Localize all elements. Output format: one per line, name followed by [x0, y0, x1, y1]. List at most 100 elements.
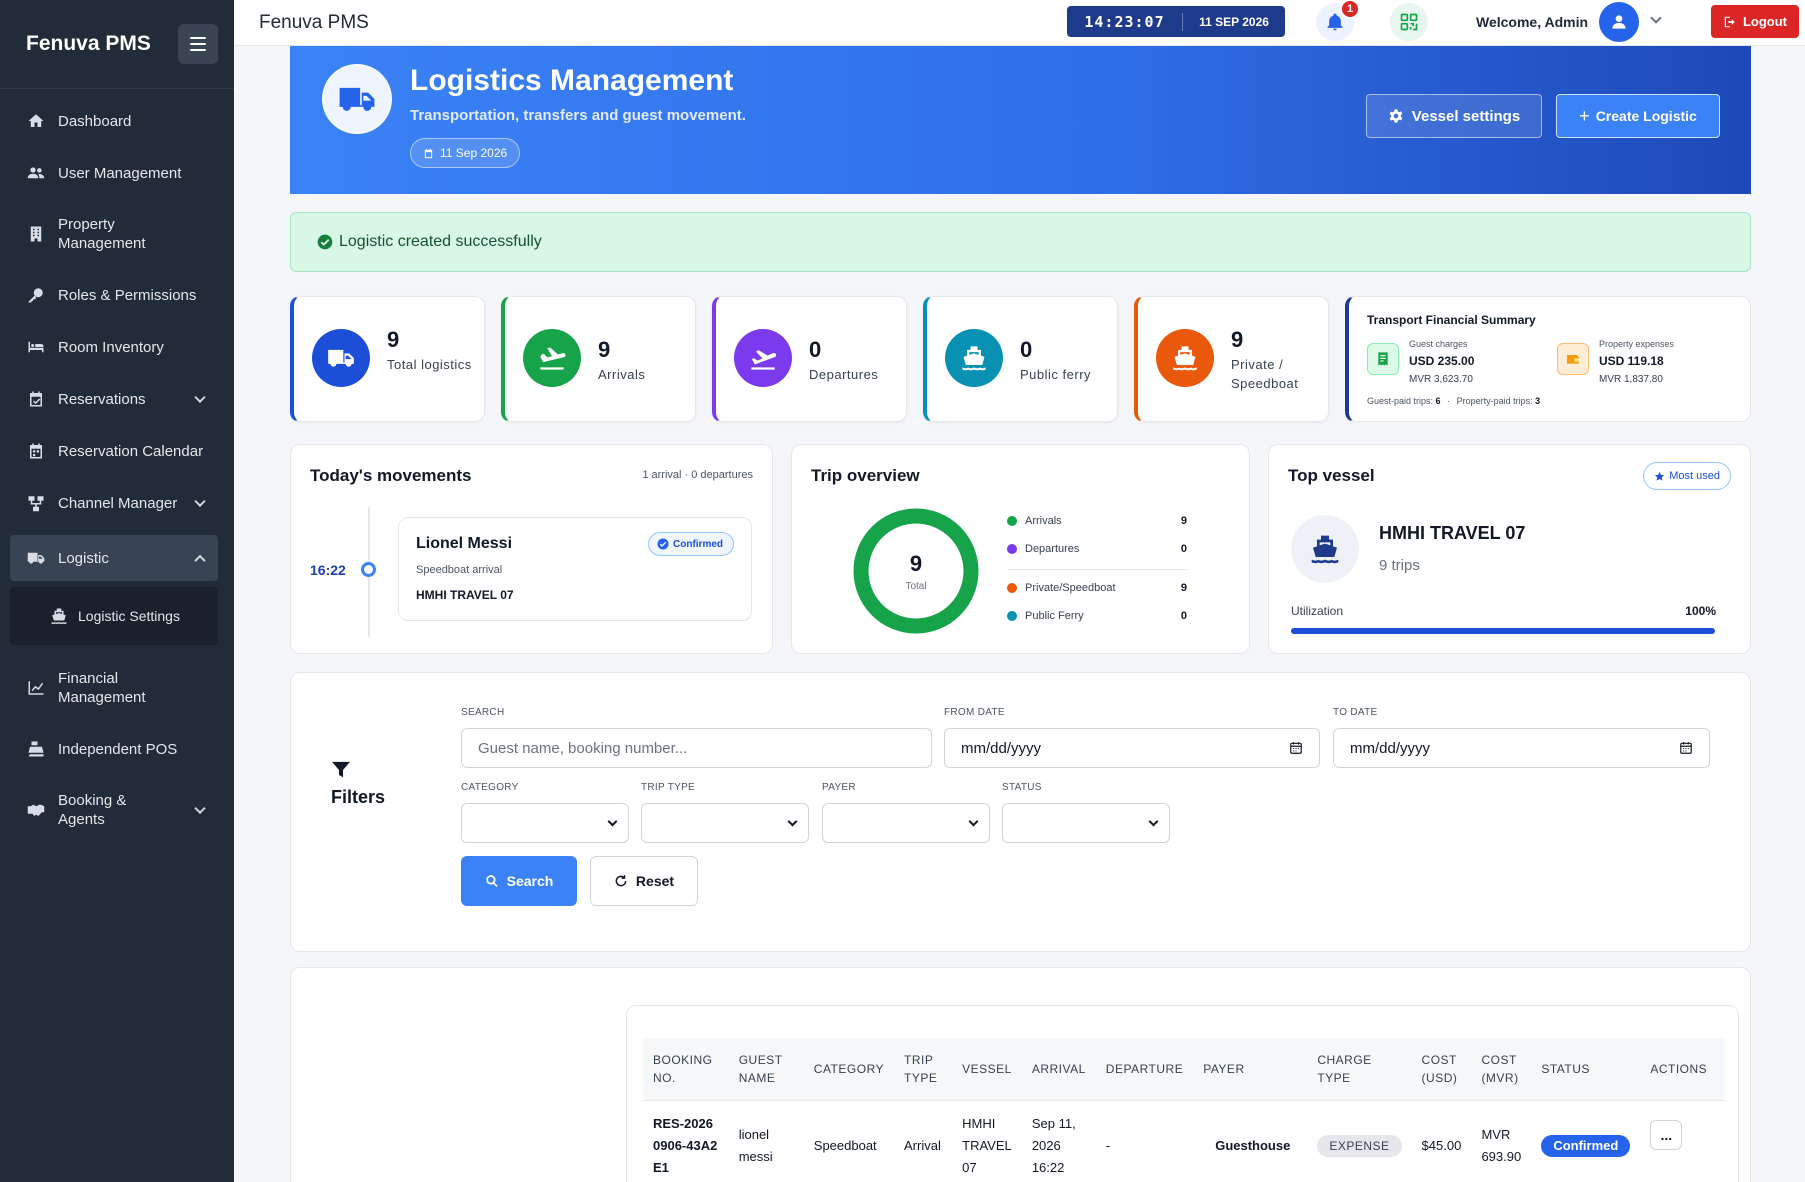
legend-label: Public Ferry: [1025, 610, 1084, 622]
create-logistic-label: Create Logistic: [1595, 108, 1697, 124]
column-header[interactable]: ARRIVAL: [1022, 1038, 1096, 1100]
logout-button[interactable]: Logout: [1711, 5, 1799, 38]
clock-display: 14:23:07 11 SEP 2026: [1067, 6, 1285, 37]
ferry-icon: [945, 329, 1003, 387]
chevron-up-icon: [194, 554, 206, 567]
column-header[interactable]: TRIP TYPE: [894, 1038, 952, 1100]
column-header[interactable]: COST (USD): [1412, 1038, 1472, 1100]
stat-label: Public ferry: [1020, 367, 1092, 382]
donut-total-label: Total: [905, 580, 927, 592]
alert-message: Logistic created successfully: [339, 233, 542, 250]
notification-count-badge: 1: [1340, 0, 1360, 19]
sidebar-item-channel-manager[interactable]: Channel Manager: [0, 477, 234, 529]
sidebar-item-reservation-calendar[interactable]: Reservation Calendar: [0, 425, 234, 477]
page-subtitle: Transportation, transfers and guest move…: [410, 107, 746, 124]
user-menu-chevron-icon[interactable]: [1650, 12, 1662, 24]
sidebar-item-independent-pos[interactable]: Independent POS: [0, 723, 234, 775]
search-input[interactable]: Guest name, booking number...: [461, 728, 932, 768]
app-title: Fenuva PMS: [259, 11, 369, 33]
sign-out-icon: [1724, 16, 1735, 27]
movement-card[interactable]: Lionel Messi Speedboat arrival HMHI TRAV…: [398, 517, 752, 621]
legend-dot: [1007, 583, 1017, 593]
sidebar-item-user-management[interactable]: User Management: [0, 147, 234, 199]
top-vessel-name: HMHI TRAVEL 07: [1379, 523, 1526, 543]
cell-trip-type: Arrival: [894, 1099, 953, 1182]
column-header[interactable]: VESSEL: [952, 1038, 1022, 1100]
table-header-row: BOOKING NO. GUEST NAME CATEGORY TRIP TYP…: [643, 1038, 1725, 1100]
user-icon: [1612, 15, 1626, 29]
movement-type: Speedboat arrival: [416, 564, 503, 576]
sidebar-item-property-management[interactable]: Property Management: [0, 199, 234, 269]
search-label: SEARCH: [461, 707, 505, 718]
sidebar: Fenuva PMS Dashboard User Management Pro…: [0, 0, 234, 1182]
menu-toggle-button[interactable]: [178, 24, 218, 64]
property-trips-count: 3: [1535, 396, 1541, 406]
guest-charges-usd: USD 235.00: [1409, 354, 1475, 368]
ship-icon: [51, 608, 67, 624]
sidebar-item-label: Reservations: [58, 390, 146, 408]
panel-title: Today's movements: [310, 466, 472, 485]
calendar-icon[interactable]: [1679, 741, 1693, 755]
sidebar-item-reservations[interactable]: Reservations: [0, 373, 234, 425]
sidebar-item-label: Room Inventory: [58, 338, 164, 356]
legend-dot: [1007, 516, 1017, 526]
trip-overview-panel: Trip overview 9 Total Arrivals 9 Departur…: [791, 444, 1250, 654]
column-header[interactable]: DEPARTURE: [1096, 1038, 1193, 1100]
cell-charge-type: EXPENSE: [1307, 1099, 1412, 1182]
calendar-icon: [424, 148, 433, 158]
status-badge: Confirmed: [648, 532, 734, 556]
gear-icon: [1389, 109, 1403, 123]
column-header[interactable]: CATEGORY: [804, 1038, 894, 1100]
user-avatar[interactable]: [1599, 2, 1639, 42]
table-row[interactable]: RES-20260906-43A2E1 lionel messi Speedbo…: [643, 1099, 1725, 1182]
to-date-input[interactable]: mm/dd/yyyy: [1333, 728, 1710, 768]
legend-value: 0: [1180, 610, 1187, 622]
category-select[interactable]: [461, 803, 629, 843]
sidebar-item-roles[interactable]: Roles & Permissions: [0, 269, 234, 321]
cell-booking-no[interactable]: RES-20260906-43A2E1: [643, 1099, 729, 1182]
search-button[interactable]: Search: [461, 856, 577, 906]
stat-value: 0: [1020, 337, 1033, 362]
vessel-settings-button[interactable]: Vessel settings: [1366, 94, 1542, 138]
reset-icon: [615, 875, 627, 887]
legend-value: 9: [1180, 582, 1187, 594]
qr-code-button[interactable]: [1390, 3, 1428, 41]
column-header[interactable]: COST (MVR): [1471, 1038, 1531, 1100]
create-logistic-button[interactable]: + Create Logistic: [1556, 94, 1720, 138]
sidebar-item-booking-agents[interactable]: Booking & Agents: [0, 775, 234, 845]
payer-select[interactable]: [822, 803, 990, 843]
star-icon: [1655, 471, 1665, 481]
sidebar-item-financial-management[interactable]: Financial Management: [0, 653, 234, 723]
notifications-button[interactable]: 1: [1316, 0, 1360, 41]
sidebar-item-logistic[interactable]: Logistic: [10, 535, 218, 581]
hero-date-text: 11 Sep 2026: [440, 146, 508, 160]
filters-title: Filters: [331, 787, 386, 807]
hero-date-badge: 11 Sep 2026: [410, 138, 521, 168]
status-select[interactable]: [1002, 803, 1170, 843]
row-actions-button[interactable]: ...: [1650, 1119, 1683, 1150]
cell-category: Speedboat: [803, 1099, 895, 1182]
sidebar-item-dashboard[interactable]: Dashboard: [0, 95, 234, 147]
check-circle-icon: [657, 538, 669, 550]
column-header[interactable]: STATUS: [1531, 1038, 1640, 1100]
from-date-value: mm/dd/yyyy: [961, 739, 1042, 757]
sidebar-item-label: Roles & Permissions: [58, 286, 197, 304]
sidebar-item-room-inventory[interactable]: Room Inventory: [0, 321, 234, 373]
sidebar-item-label: Independent POS: [58, 740, 178, 758]
trip-type-select[interactable]: [641, 803, 809, 843]
stat-value: 9: [598, 337, 611, 362]
column-header[interactable]: BOOKING NO.: [643, 1038, 729, 1100]
column-header[interactable]: PAYER: [1193, 1038, 1307, 1100]
column-header[interactable]: ACTIONS: [1640, 1038, 1725, 1100]
stat-card-arrivals: 9 Arrivals: [501, 296, 696, 422]
column-header[interactable]: CHARGE TYPE: [1307, 1038, 1411, 1100]
stat-value: 9: [387, 327, 400, 352]
sidebar-item-label: Dashboard: [58, 112, 132, 130]
column-header[interactable]: GUEST NAME: [729, 1038, 804, 1100]
status-badge-label: Confirmed: [673, 538, 723, 550]
reset-button[interactable]: Reset: [590, 856, 698, 906]
from-date-input[interactable]: mm/dd/yyyy: [944, 728, 1320, 768]
legend-item: Public Ferry 0: [1007, 610, 1187, 622]
calendar-icon[interactable]: [1289, 741, 1303, 755]
sidebar-subitem-logistic-settings[interactable]: Logistic Settings: [10, 587, 218, 645]
